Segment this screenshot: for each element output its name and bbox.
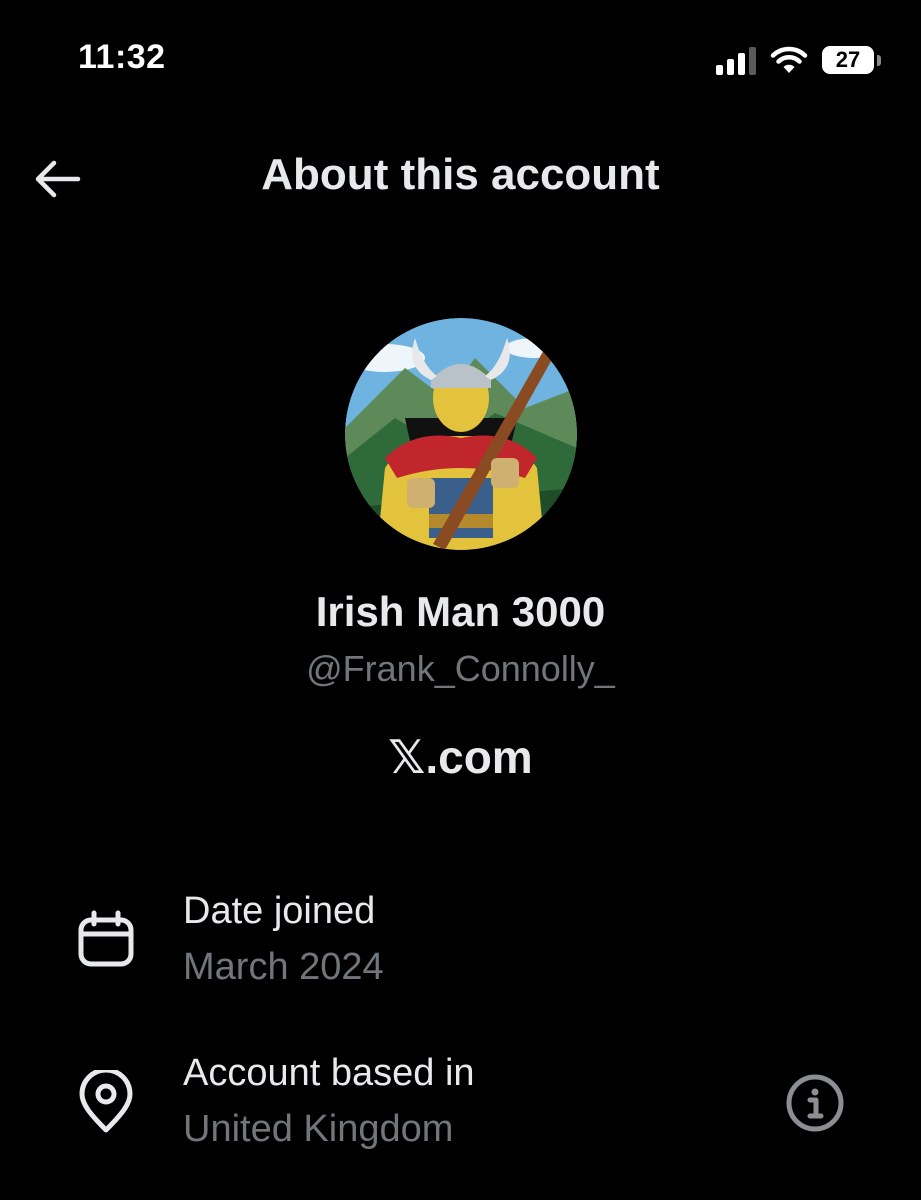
info-icon bbox=[786, 1074, 844, 1132]
info-button[interactable] bbox=[784, 1072, 846, 1134]
handle: @Frank_Connolly_ bbox=[306, 648, 615, 689]
date-joined-label: Date joined bbox=[183, 890, 376, 932]
account-location-value: United Kingdom bbox=[183, 1108, 454, 1150]
account-location-label: Account based in bbox=[183, 1052, 475, 1094]
battery-icon: 27 bbox=[822, 46, 881, 74]
account-location-row: Account based in United Kingdom bbox=[0, 1052, 921, 1162]
battery-level: 27 bbox=[822, 46, 874, 74]
location-pin-icon bbox=[74, 1070, 138, 1134]
status-bar: 11:32 27 bbox=[0, 0, 921, 120]
wifi-icon bbox=[770, 46, 808, 73]
platform-label: 𝕏.com bbox=[388, 731, 533, 783]
display-name: Irish Man 3000 bbox=[315, 588, 606, 635]
calendar-icon bbox=[74, 908, 138, 972]
avatar[interactable] bbox=[345, 318, 577, 550]
page-title: About this account bbox=[261, 150, 660, 199]
header: About this account bbox=[0, 130, 921, 226]
status-time: 11:32 bbox=[78, 38, 166, 76]
date-joined-value: March 2024 bbox=[183, 946, 384, 988]
date-joined-row: Date joined March 2024 bbox=[0, 890, 921, 1000]
status-icons: 27 bbox=[716, 40, 881, 80]
viking-warrior-avatar-image bbox=[345, 318, 577, 550]
cellular-signal-icon bbox=[716, 45, 756, 75]
